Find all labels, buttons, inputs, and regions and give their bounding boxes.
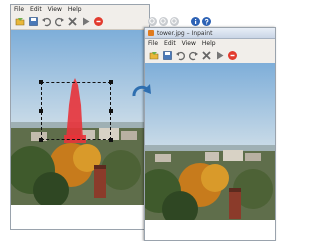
status-bar [145, 220, 275, 240]
image-canvas[interactable] [11, 30, 149, 205]
selection-handle[interactable] [109, 138, 113, 142]
menu-file[interactable]: File [14, 6, 24, 13]
zoom-out-icon[interactable] [159, 17, 168, 26]
inpaint-window-original: File Edit View Help [10, 4, 150, 230]
image-canvas[interactable] [145, 63, 275, 220]
save-icon[interactable] [162, 50, 173, 61]
photo [145, 63, 275, 220]
window-title: tower.jpg – Inpaint [157, 29, 213, 37]
transition-arrow-icon [132, 84, 151, 97]
clear-icon[interactable] [201, 50, 212, 61]
selection-handle[interactable] [39, 138, 43, 142]
open-icon[interactable] [15, 16, 26, 27]
status-bar [11, 205, 149, 229]
inpaint-window-result: tower.jpg – Inpaint File Edit View Help [144, 27, 276, 241]
selection-handle[interactable] [109, 80, 113, 84]
menu-file[interactable]: File [148, 40, 158, 47]
title-bar: tower.jpg – Inpaint [145, 28, 275, 39]
run-icon[interactable] [80, 16, 91, 27]
menu-view[interactable]: View [182, 40, 196, 47]
help-icon[interactable] [202, 17, 211, 26]
save-icon[interactable] [28, 16, 39, 27]
undo-icon[interactable] [175, 50, 186, 61]
menu-bar: File Edit View Help [145, 39, 275, 48]
zoom-in-icon[interactable] [148, 17, 157, 26]
redo-icon[interactable] [188, 50, 199, 61]
open-icon[interactable] [149, 50, 160, 61]
redo-icon[interactable] [54, 16, 65, 27]
menu-help[interactable]: Help [202, 40, 216, 47]
menu-help[interactable]: Help [68, 6, 82, 13]
run-icon[interactable] [214, 50, 225, 61]
undo-icon[interactable] [41, 16, 52, 27]
menu-edit[interactable]: Edit [30, 6, 42, 13]
toolbar [145, 48, 275, 64]
clear-icon[interactable] [67, 16, 78, 27]
selection-handle[interactable] [39, 109, 43, 113]
stop-icon[interactable] [227, 50, 238, 61]
menu-edit[interactable]: Edit [164, 40, 176, 47]
toolbar [11, 14, 149, 30]
info-icon[interactable] [191, 17, 200, 26]
zoom-fit-icon[interactable] [170, 17, 179, 26]
menu-view[interactable]: View [48, 6, 62, 13]
view-tools [148, 17, 211, 26]
menu-bar: File Edit View Help [11, 5, 149, 14]
selection-handle[interactable] [39, 80, 43, 84]
app-icon [148, 30, 154, 36]
stop-icon[interactable] [93, 16, 104, 27]
selection-handle[interactable] [109, 109, 113, 113]
selection-rectangle[interactable] [39, 80, 113, 142]
